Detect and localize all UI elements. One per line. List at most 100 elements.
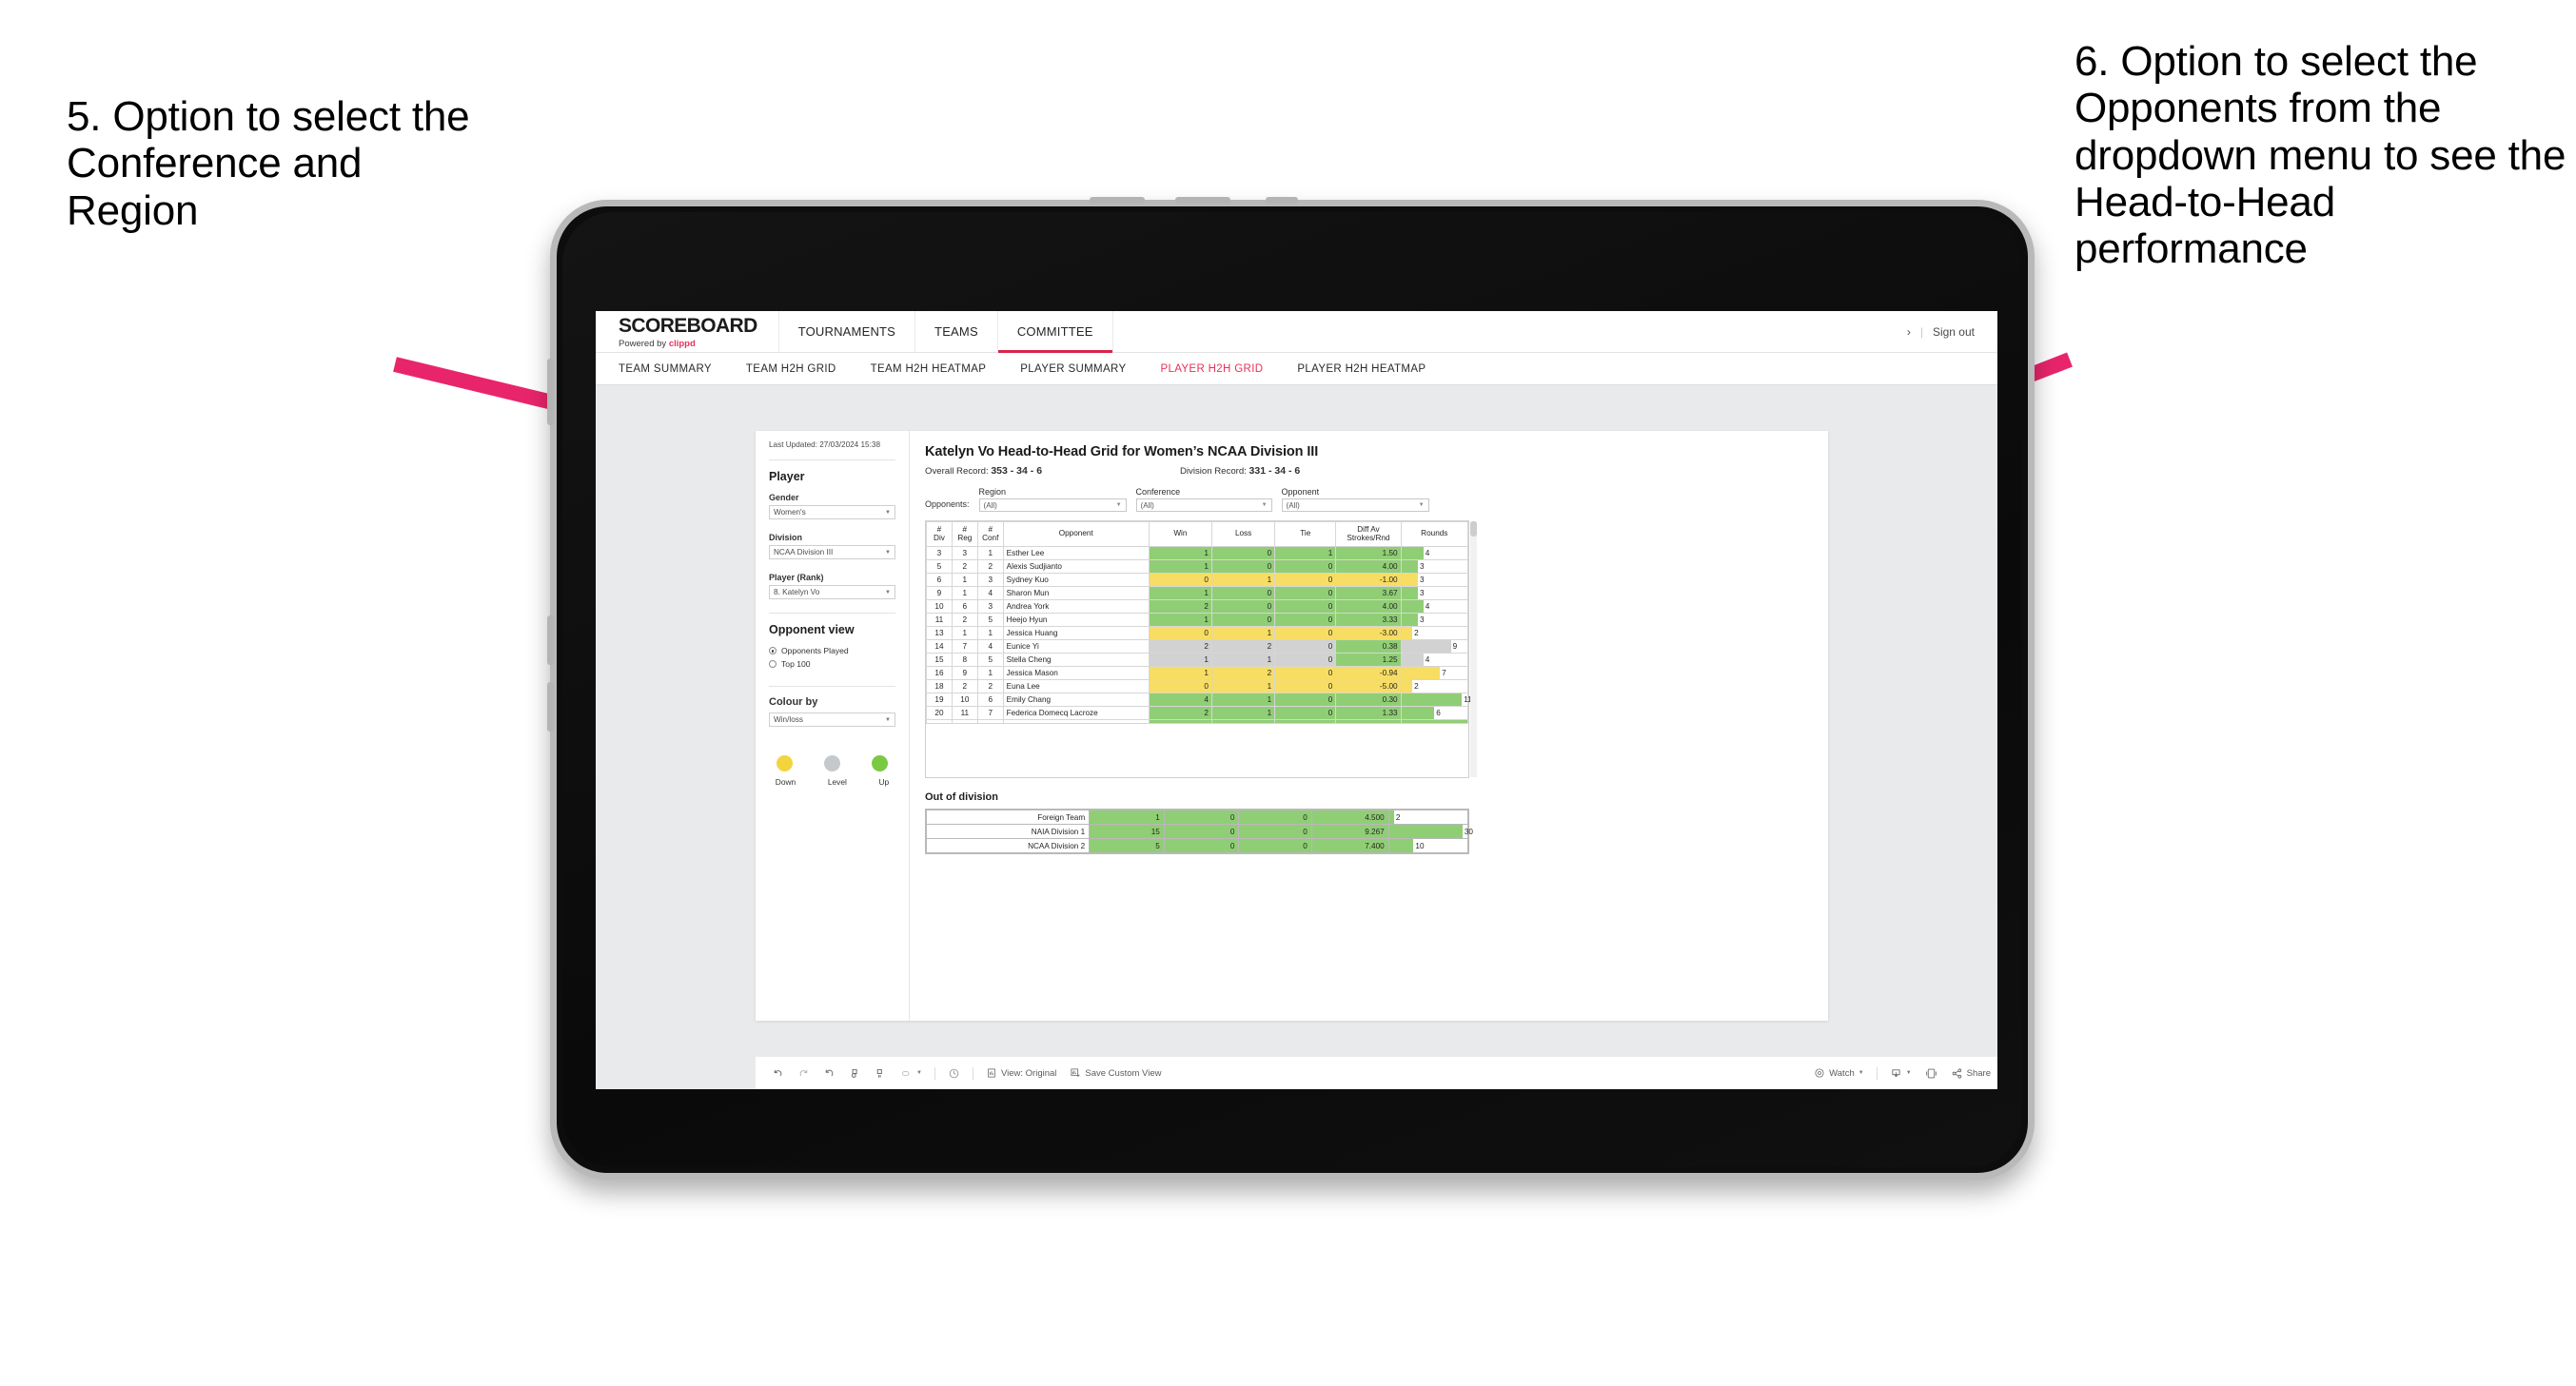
radio-opponents-played[interactable]: Opponents Played <box>769 646 895 655</box>
table-row[interactable]: 15 8 5 Stella Cheng 1 1 0 1.25 4 <box>926 653 1469 667</box>
redo-button[interactable] <box>791 1067 816 1080</box>
download-button[interactable]: ▼ <box>1883 1067 1918 1080</box>
table-row[interactable]: 10 6 3 Andrea York 2 0 0 4.00 4 <box>926 599 1469 614</box>
grid-vertical-scrollbar[interactable] <box>1470 521 1477 777</box>
tab-player-h2h-grid[interactable]: PLAYER H2H GRID <box>1160 363 1263 375</box>
highlight-button[interactable]: ▼ <box>894 1067 929 1080</box>
cell-rounds: 4 <box>1400 546 1469 560</box>
share-button[interactable]: Share <box>1944 1067 1997 1080</box>
table-row[interactable]: 19 10 6 Emily Chang 4 1 0 0.30 11 <box>926 693 1472 707</box>
cell-clipped <box>1002 719 1150 724</box>
nav-teams[interactable]: TEAMS <box>914 311 997 352</box>
cell-win: 2 <box>1148 599 1212 614</box>
col-conf-l2: Conf <box>982 533 999 542</box>
col-win: Win <box>1148 521 1212 547</box>
cell-reg: 1 <box>951 626 978 640</box>
nav-tournaments[interactable]: TOURNAMENTS <box>777 311 914 352</box>
region-filter-select[interactable]: (All) ▼ <box>978 498 1127 512</box>
grid-scrollbar-thumb[interactable] <box>1470 521 1477 537</box>
sign-out-link[interactable]: Sign out <box>1933 325 1975 339</box>
chevron-down-icon: ▼ <box>1261 502 1268 508</box>
cell-conf: 2 <box>976 559 1004 574</box>
colour-by-select[interactable]: Win/loss ▼ <box>769 713 895 728</box>
cell-conf: 1 <box>976 546 1004 560</box>
view-original-button[interactable]: View: Original <box>979 1067 1063 1079</box>
gender-select[interactable]: Women's ▼ <box>769 505 895 520</box>
table-row[interactable]: 11 2 5 Heejo Hyun 1 0 0 3.33 3 <box>926 613 1469 627</box>
col-div: # Div <box>926 521 953 547</box>
cell-rounds: 3 <box>1400 573 1469 587</box>
cell-clipped <box>926 719 953 724</box>
table-row[interactable]: 9 1 4 Sharon Mun 1 0 0 3.67 3 <box>926 586 1469 600</box>
table-row[interactable]: 6 1 3 Sydney Kuo 0 1 0 -1.00 3 <box>926 573 1469 587</box>
watch-button[interactable]: Watch ▼ <box>1807 1067 1871 1079</box>
save-custom-view-button[interactable]: Save Custom View <box>1063 1067 1168 1079</box>
out-of-division-rounds: 10 <box>1387 838 1469 853</box>
cell-conf: 5 <box>976 613 1004 627</box>
table-row[interactable]: 20 11 7 Federica Domecq Lacroze 2 1 0 1.33 6 <box>926 706 1469 720</box>
cell-opponent: Jessica Mason <box>1002 666 1150 680</box>
undo-button[interactable] <box>765 1067 791 1080</box>
show-me-button[interactable] <box>941 1067 967 1080</box>
radio-icon-unselected <box>769 660 777 669</box>
cell-div: 10 <box>926 599 953 614</box>
radio-top-100[interactable]: Top 100 <box>769 659 895 669</box>
tab-team-h2h-grid[interactable]: TEAM H2H GRID <box>746 363 836 375</box>
visualization-card: Last Updated: 27/03/2024 15:38 Player Ge… <box>756 431 1828 1021</box>
cell-diff-av-strokes: -3.00 <box>1335 626 1402 640</box>
out-of-division-row[interactable]: NCAA Division 2 5 0 0 7.400 10 <box>925 838 1469 853</box>
cell-loss: 2 <box>1210 666 1276 680</box>
cell-opponent: Emily Chang <box>1002 693 1150 707</box>
rounds-bar <box>1388 825 1463 838</box>
table-row[interactable]: 16 9 1 Jessica Mason 1 2 0 -0.94 7 <box>926 666 1469 680</box>
division-record-label: Division Record: <box>1180 466 1247 477</box>
cell-win: 0 <box>1148 573 1212 587</box>
conference-filter-select[interactable]: (All) ▼ <box>1135 498 1272 512</box>
table-row[interactable]: 3 3 1 Esther Lee 1 0 1 1.50 4 <box>926 546 1469 560</box>
cell-tie: 0 <box>1274 599 1337 614</box>
panel-heading-opponent-view: Opponent view <box>769 623 855 637</box>
cell-conf: 4 <box>976 586 1004 600</box>
legend-label-up: Up <box>878 777 890 788</box>
cell-opponent: Alexis Sudjianto <box>1002 559 1150 574</box>
cell-tie: 1 <box>1274 546 1337 560</box>
pause-updates-button[interactable] <box>868 1067 894 1080</box>
tab-player-summary[interactable]: PLAYER SUMMARY <box>1020 363 1126 375</box>
out-of-division-diff: 4.500 <box>1310 810 1389 825</box>
out-of-division-loss: 0 <box>1163 838 1240 853</box>
out-of-division-win: 15 <box>1089 824 1165 839</box>
save-custom-view-label: Save Custom View <box>1085 1067 1162 1079</box>
h2h-grid-table-wrapper: # Div # Reg # Conf Opponent Win Loss Tie Di… <box>925 520 1477 778</box>
table-row[interactable]: 13 1 1 Jessica Huang 0 1 0 -3.00 2 <box>926 626 1469 640</box>
cell-tie: 0 <box>1274 706 1337 720</box>
chevron-right-icon[interactable]: › <box>1907 325 1911 339</box>
toolbar-separator-3 <box>1876 1066 1878 1080</box>
table-row-partial[interactable] <box>926 719 1469 724</box>
out-of-division-row[interactable]: Foreign Team 1 0 0 4.500 2 <box>925 810 1469 825</box>
nav-committee[interactable]: COMMITTEE <box>996 311 1112 353</box>
table-row[interactable]: 14 7 4 Eunice Yi 2 2 0 0.38 9 <box>926 639 1469 654</box>
opponent-filter-select[interactable]: (All) ▼ <box>1281 498 1429 512</box>
player-rank-select[interactable]: 8. Katelyn Vo ▼ <box>769 585 895 600</box>
out-of-division-loss: 0 <box>1163 824 1240 839</box>
brand-logo[interactable]: SCOREBOARD Powered by clippd <box>596 311 778 352</box>
chevron-down-icon: ▼ <box>1115 502 1122 508</box>
player-rank-label: Player (Rank) <box>769 573 824 583</box>
cell-diff-av-strokes: 1.33 <box>1335 706 1402 720</box>
tab-player-h2h-heatmap[interactable]: PLAYER H2H HEATMAP <box>1297 363 1426 375</box>
table-row[interactable]: 5 2 2 Alexis Sudjianto 1 0 0 4.00 3 <box>926 559 1469 574</box>
division-select[interactable]: NCAA Division III ▼ <box>769 545 895 560</box>
overall-record: Overall Record: 353 - 34 - 6 <box>925 465 1180 477</box>
legend-dot-level <box>823 755 840 772</box>
out-of-division-row[interactable]: NAIA Division 1 15 0 0 9.267 30 <box>925 824 1473 839</box>
cell-div: 16 <box>926 666 953 680</box>
last-updated-text: Last Updated: 27/03/2024 15:38 <box>769 440 880 449</box>
table-row[interactable]: 18 2 2 Euna Lee 0 1 0 -5.00 2 <box>926 679 1469 693</box>
revert-button[interactable] <box>816 1067 842 1080</box>
out-of-division-diff: 7.400 <box>1310 838 1389 853</box>
tab-team-summary[interactable]: TEAM SUMMARY <box>619 363 712 375</box>
tab-team-h2h-heatmap[interactable]: TEAM H2H HEATMAP <box>871 363 987 375</box>
refresh-data-button[interactable] <box>842 1067 868 1080</box>
device-preview-button[interactable] <box>1918 1067 1944 1080</box>
cell-conf: 3 <box>976 599 1004 614</box>
